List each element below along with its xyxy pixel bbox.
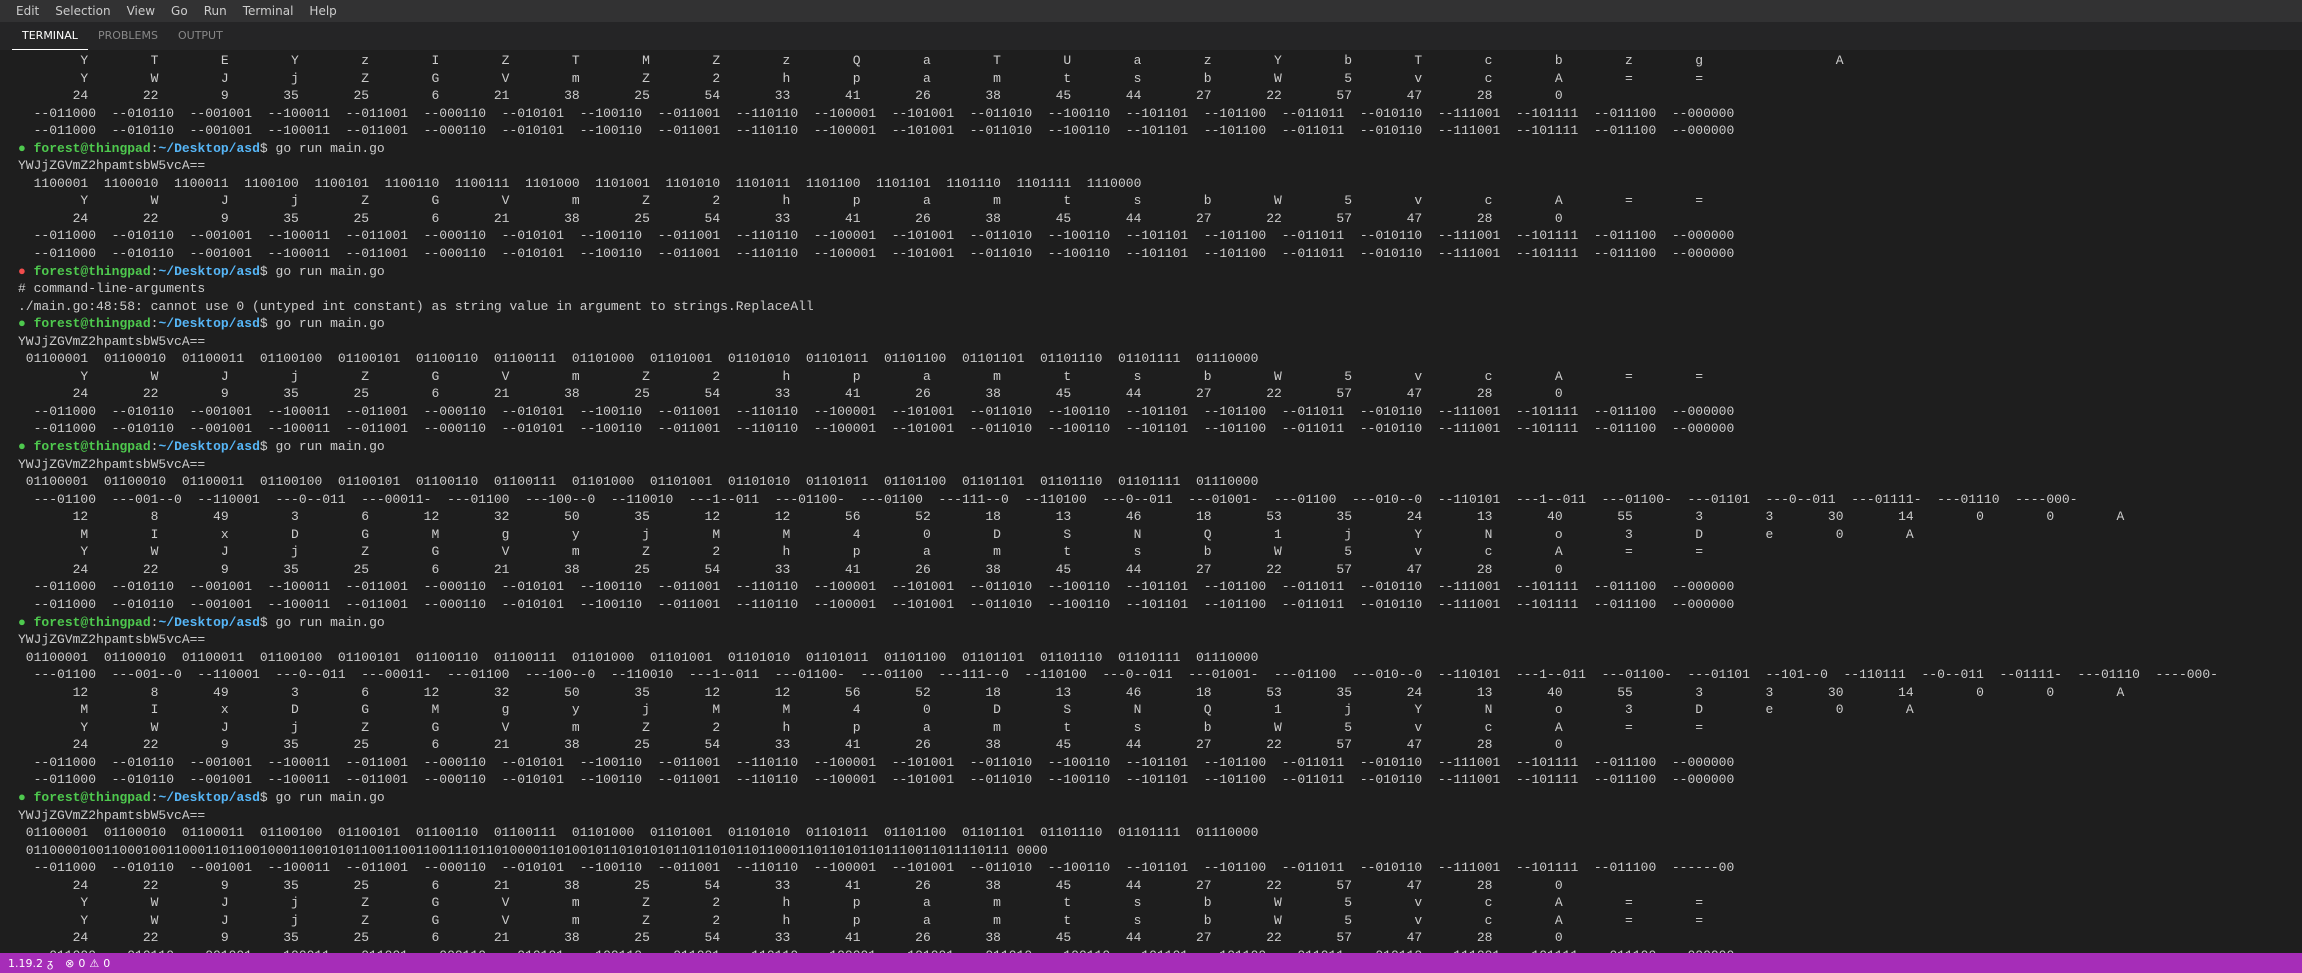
menu-selection[interactable]: Selection bbox=[47, 4, 118, 18]
terminal-line: 1100001 1100010 1100011 1100100 1100101 … bbox=[18, 175, 2294, 193]
terminal-line: YWJjZGVmZ2hpamtsbW5vcA== bbox=[18, 456, 2294, 474]
terminal-line: 24 22 9 35 25 6 21 38 25 54 33 41 26 38 … bbox=[18, 877, 2294, 895]
status-problems[interactable]: ⊗ 0 ⚠ 0 bbox=[65, 957, 110, 970]
terminal-line: 01100001 01100010 01100011 01100100 0110… bbox=[18, 824, 2294, 842]
terminal-line: --011000 --010110 --001001 --100011 --01… bbox=[18, 771, 2294, 789]
terminal-line: --011000 --010110 --001001 --100011 --01… bbox=[18, 105, 2294, 123]
menu-edit[interactable]: Edit bbox=[8, 4, 47, 18]
terminal-line: 24 22 9 35 25 6 21 38 25 54 33 41 26 38 … bbox=[18, 736, 2294, 754]
terminal-line: --011000 --010110 --001001 --100011 --01… bbox=[18, 596, 2294, 614]
tab-problems[interactable]: PROBLEMS bbox=[88, 22, 168, 50]
menu-view[interactable]: View bbox=[119, 4, 163, 18]
terminal-line: YWJjZGVmZ2hpamtsbW5vcA== bbox=[18, 807, 2294, 825]
terminal-output[interactable]: Y T E Y z I Z T M Z z Q a T U a z Y b T … bbox=[0, 50, 2302, 953]
warning-count: 0 bbox=[103, 957, 110, 970]
terminal-line: Y W J j Z G V m Z 2 h p a m t s b W 5 v … bbox=[18, 894, 2294, 912]
terminal-line: ● forest@thingpad:~/Desktop/asd$ go run … bbox=[18, 789, 2294, 807]
warning-icon: ⚠ bbox=[89, 957, 99, 970]
statusbar: 1.19.2 ᵹ ⊗ 0 ⚠ 0 bbox=[0, 953, 2302, 973]
terminal-line: 01100001 01100010 01100011 01100100 0110… bbox=[18, 649, 2294, 667]
terminal-line: ● forest@thingpad:~/Desktop/asd$ go run … bbox=[18, 140, 2294, 158]
terminal-line: ./main.go:48:58: cannot use 0 (untyped i… bbox=[18, 298, 2294, 316]
terminal-line: 24 22 9 35 25 6 21 38 25 54 33 41 26 38 … bbox=[18, 385, 2294, 403]
terminal-line: ---01100 ---001--0 --110001 ---0--011 --… bbox=[18, 666, 2294, 684]
terminal-line: 01100001 01100010 01100011 01100100 0110… bbox=[18, 350, 2294, 368]
menu-go[interactable]: Go bbox=[163, 4, 196, 18]
terminal-line: 12 8 49 3 6 12 32 50 35 12 12 56 52 18 1… bbox=[18, 508, 2294, 526]
terminal-line: --011000 --010110 --001001 --100011 --01… bbox=[18, 754, 2294, 772]
terminal-line: Y W J j Z G V m Z 2 h p a m t s b W 5 v … bbox=[18, 912, 2294, 930]
go-version-text: 1.19.2 bbox=[8, 957, 43, 970]
terminal-line: 12 8 49 3 6 12 32 50 35 12 12 56 52 18 1… bbox=[18, 684, 2294, 702]
tab-terminal[interactable]: TERMINAL bbox=[12, 22, 88, 50]
status-go-version[interactable]: 1.19.2 ᵹ bbox=[8, 957, 53, 970]
menu-terminal[interactable]: Terminal bbox=[235, 4, 302, 18]
terminal-line: Y W J j Z G V m Z 2 h p a m t s b W 5 v … bbox=[18, 543, 2294, 561]
terminal-line: YWJjZGVmZ2hpamtsbW5vcA== bbox=[18, 333, 2294, 351]
terminal-line: Y W J j Z G V m Z 2 h p a m t s b W 5 v … bbox=[18, 368, 2294, 386]
menubar: Edit Selection View Go Run Terminal Help bbox=[0, 0, 2302, 22]
terminal-line: --011000 --010110 --001001 --100011 --01… bbox=[18, 420, 2294, 438]
terminal-line: 01100001 01100010 01100011 01100100 0110… bbox=[18, 473, 2294, 491]
terminal-line: M I x D G M g y j M M 4 0 D S N Q 1 j Y … bbox=[18, 526, 2294, 544]
error-count: 0 bbox=[78, 957, 85, 970]
terminal-line: # command-line-arguments bbox=[18, 280, 2294, 298]
menu-help[interactable]: Help bbox=[301, 4, 344, 18]
terminal-line: Y W J j Z G V m Z 2 h p a m t s b W 5 v … bbox=[18, 192, 2294, 210]
terminal-line: 0110000100110001001100011011001000110010… bbox=[18, 842, 2294, 860]
terminal-line: ---01100 ---001--0 --110001 ---0--011 --… bbox=[18, 491, 2294, 509]
terminal-line: ● forest@thingpad:~/Desktop/asd$ go run … bbox=[18, 263, 2294, 281]
terminal-line: Y W J j Z G V m Z 2 h p a m t s b W 5 v … bbox=[18, 719, 2294, 737]
terminal-line: --011000 --010110 --001001 --100011 --01… bbox=[18, 245, 2294, 263]
terminal-line: M I x D G M g y j M M 4 0 D S N Q 1 j Y … bbox=[18, 701, 2294, 719]
terminal-line: 24 22 9 35 25 6 21 38 25 54 33 41 26 38 … bbox=[18, 561, 2294, 579]
menu-run[interactable]: Run bbox=[196, 4, 235, 18]
terminal-line: Y W J j Z G V m Z 2 h p a m t s b W 5 v … bbox=[18, 70, 2294, 88]
terminal-line: Y T E Y z I Z T M Z z Q a T U a z Y b T … bbox=[18, 52, 2294, 70]
terminal-line: --011000 --010110 --001001 --100011 --01… bbox=[18, 227, 2294, 245]
terminal-line: YWJjZGVmZ2hpamtsbW5vcA== bbox=[18, 157, 2294, 175]
panel-tabs: TERMINAL PROBLEMS OUTPUT bbox=[0, 22, 2302, 50]
go-icon: ᵹ bbox=[47, 957, 53, 970]
terminal-line: YWJjZGVmZ2hpamtsbW5vcA== bbox=[18, 631, 2294, 649]
terminal-line: --011000 --010110 --001001 --100011 --01… bbox=[18, 859, 2294, 877]
terminal-line: 24 22 9 35 25 6 21 38 25 54 33 41 26 38 … bbox=[18, 87, 2294, 105]
error-icon: ⊗ bbox=[65, 957, 74, 970]
terminal-line: ● forest@thingpad:~/Desktop/asd$ go run … bbox=[18, 315, 2294, 333]
terminal-line: ● forest@thingpad:~/Desktop/asd$ go run … bbox=[18, 438, 2294, 456]
terminal-line: ● forest@thingpad:~/Desktop/asd$ go run … bbox=[18, 614, 2294, 632]
terminal-line: --011000 --010110 --001001 --100011 --01… bbox=[18, 403, 2294, 421]
tab-output[interactable]: OUTPUT bbox=[168, 22, 233, 50]
terminal-line: 24 22 9 35 25 6 21 38 25 54 33 41 26 38 … bbox=[18, 210, 2294, 228]
terminal-line: 24 22 9 35 25 6 21 38 25 54 33 41 26 38 … bbox=[18, 929, 2294, 947]
terminal-line: --011000 --010110 --001001 --100011 --01… bbox=[18, 578, 2294, 596]
terminal-line: --011000 --010110 --001001 --100011 --01… bbox=[18, 122, 2294, 140]
